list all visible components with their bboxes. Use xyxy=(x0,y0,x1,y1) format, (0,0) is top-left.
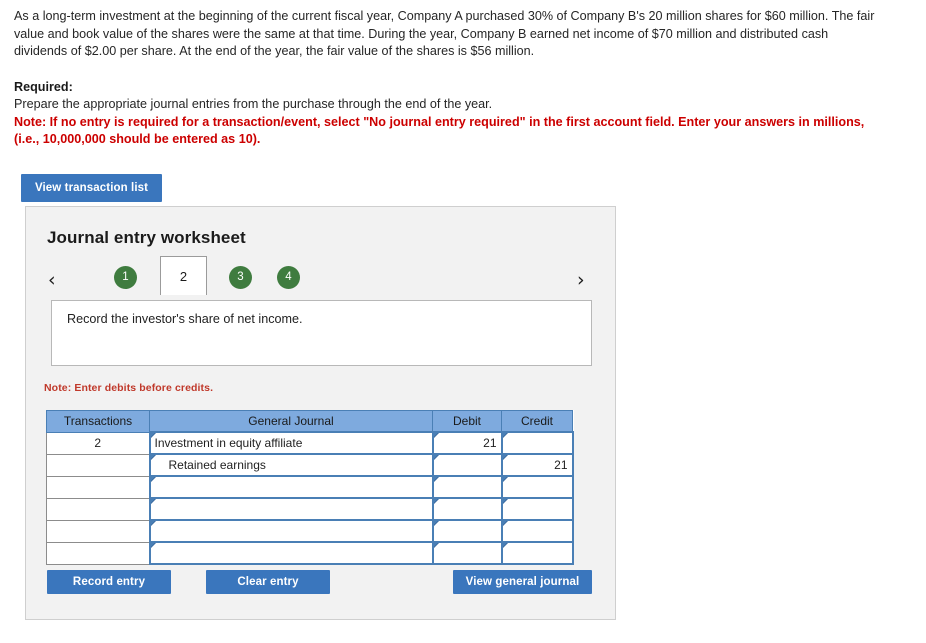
debits-before-credits-note: Note: Enter debits before credits. xyxy=(44,382,214,394)
cell-credit-value: 21 xyxy=(554,458,568,472)
dropdown-marker-icon xyxy=(433,521,439,526)
clear-entry-button[interactable]: Clear entry xyxy=(206,570,330,594)
dropdown-marker-icon xyxy=(150,433,156,438)
view-transaction-list-button[interactable]: View transaction list xyxy=(21,174,162,202)
cell-account-input[interactable] xyxy=(148,475,434,499)
page-title: Journal entry worksheet xyxy=(47,228,246,247)
column-header-credit: Credit xyxy=(501,410,573,433)
chevron-left-icon[interactable]: ‹ xyxy=(48,268,56,292)
dropdown-marker-icon xyxy=(150,477,156,482)
cell-account-input[interactable]: Investment in equity affiliate xyxy=(148,431,434,455)
column-header-transactions: Transactions xyxy=(46,410,150,433)
dropdown-marker-icon xyxy=(502,543,508,548)
dropdown-marker-icon xyxy=(150,455,156,460)
dropdown-marker-icon xyxy=(502,477,508,482)
dropdown-marker-icon xyxy=(502,455,508,460)
tab-entry-4[interactable]: 4 xyxy=(277,266,300,289)
record-entry-button[interactable]: Record entry xyxy=(47,570,171,594)
tab-entry-2[interactable]: 2 xyxy=(160,256,207,295)
dropdown-marker-icon xyxy=(502,433,508,438)
cell-credit-input[interactable] xyxy=(500,519,574,543)
cell-transaction xyxy=(46,475,150,499)
cell-account-input[interactable] xyxy=(148,497,434,521)
table-row xyxy=(46,541,574,565)
cell-account-input[interactable] xyxy=(148,519,434,543)
cell-debit-input[interactable] xyxy=(431,497,503,521)
tab-entry-3[interactable]: 3 xyxy=(229,266,252,289)
dropdown-marker-icon xyxy=(150,499,156,504)
table-row: 2 Investment in equity affiliate 21 xyxy=(46,431,574,455)
cell-credit-input[interactable] xyxy=(500,541,574,565)
table-header-row: Transactions General Journal Debit Credi… xyxy=(46,410,573,433)
cell-debit-input[interactable] xyxy=(431,475,503,499)
cell-transaction xyxy=(46,541,150,565)
dropdown-marker-icon xyxy=(433,543,439,548)
tab-entry-1[interactable]: 1 xyxy=(114,266,137,289)
cell-debit-input[interactable] xyxy=(431,519,503,543)
cell-account-input[interactable] xyxy=(148,541,434,565)
answer-format-note: Note: If no entry is required for a tran… xyxy=(14,114,865,147)
cell-account-value: Investment in equity affiliate xyxy=(154,436,303,450)
worksheet-tabstrip: ‹ 1 2 3 4 › xyxy=(26,256,617,300)
cell-debit-input[interactable] xyxy=(431,453,503,477)
cell-transaction xyxy=(46,453,150,477)
entry-prompt-text: Record the investor's share of net incom… xyxy=(67,312,303,326)
cell-debit-input[interactable]: 21 xyxy=(431,431,503,455)
required-label: Required: xyxy=(14,79,73,94)
view-general-journal-button[interactable]: View general journal xyxy=(453,570,592,594)
cell-account-input[interactable]: Retained earnings xyxy=(148,453,434,477)
column-header-debit: Debit xyxy=(432,410,502,433)
table-row xyxy=(46,519,574,543)
dropdown-marker-icon xyxy=(433,499,439,504)
dropdown-marker-icon xyxy=(150,543,156,548)
cell-transaction xyxy=(46,497,150,521)
dropdown-marker-icon xyxy=(150,521,156,526)
cell-credit-input[interactable] xyxy=(500,497,574,521)
cell-transaction: 2 xyxy=(46,431,150,455)
cell-credit-input[interactable] xyxy=(500,475,574,499)
table-row xyxy=(46,497,574,521)
problem-statement: As a long-term investment at the beginni… xyxy=(14,8,880,149)
cell-transaction xyxy=(46,519,150,543)
column-header-general-journal: General Journal xyxy=(149,410,433,433)
cell-debit-input[interactable] xyxy=(431,541,503,565)
dropdown-marker-icon xyxy=(433,455,439,460)
dropdown-marker-icon xyxy=(502,521,508,526)
problem-paragraph: As a long-term investment at the beginni… xyxy=(14,9,875,58)
required-text: Prepare the appropriate journal entries … xyxy=(14,97,493,111)
entry-prompt-box: Record the investor's share of net incom… xyxy=(51,300,592,366)
dropdown-marker-icon xyxy=(433,477,439,482)
cell-credit-input[interactable]: 21 xyxy=(500,453,574,477)
journal-entry-table: Transactions General Journal Debit Credi… xyxy=(46,410,574,565)
cell-debit-value: 21 xyxy=(483,436,497,450)
table-row: Retained earnings 21 xyxy=(46,453,574,477)
cell-credit-input[interactable] xyxy=(500,431,574,455)
dropdown-marker-icon xyxy=(502,499,508,504)
dropdown-marker-icon xyxy=(433,433,439,438)
journal-entry-worksheet-panel: Journal entry worksheet ‹ 1 2 3 4 › Reco… xyxy=(25,206,616,620)
cell-account-value: Retained earnings xyxy=(168,458,266,472)
table-row xyxy=(46,475,574,499)
chevron-right-icon[interactable]: › xyxy=(577,268,585,292)
